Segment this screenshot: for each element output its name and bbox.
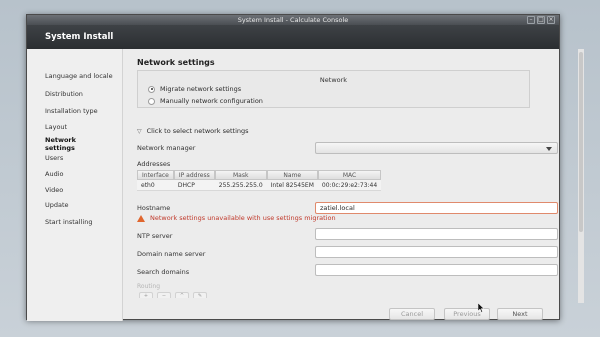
- manual-option-label: Manually network configuration: [160, 97, 263, 105]
- route-up-button[interactable]: ^: [175, 292, 189, 299]
- addresses-label: Addresses: [137, 160, 171, 168]
- restore-icon[interactable]: □: [537, 16, 545, 24]
- installer-window: System Install - Calculate Console – □ ×…: [26, 14, 584, 321]
- app-title: System Install: [45, 32, 114, 42]
- cell-mac: 00:0c:29:e2:73:44: [317, 180, 382, 191]
- network-group: Network Migrate network settings Manuall…: [137, 70, 530, 108]
- route-edit-button[interactable]: ✎: [193, 292, 207, 299]
- table-row[interactable]: eth0 DHCP 255.255.255.0 Intel 82545EM 00…: [137, 180, 382, 191]
- migrate-option-label: Migrate network settings: [160, 85, 242, 93]
- radio-migrate[interactable]: [148, 85, 155, 93]
- warning-text: Network settings unavailable with use se…: [150, 214, 336, 222]
- minimize-icon[interactable]: –: [527, 16, 535, 24]
- window-title: System Install - Calculate Console: [237, 16, 349, 24]
- cell-name: Intel 82545EM: [266, 180, 318, 191]
- network-expander[interactable]: ▽ Click to select network settings: [137, 127, 249, 135]
- sidebar-item-users[interactable]: Users: [45, 154, 119, 163]
- sidebar-item-layout[interactable]: Layout: [45, 123, 119, 132]
- cancel-button[interactable]: Cancel: [389, 308, 435, 320]
- sidebar-item-video[interactable]: Video: [45, 186, 119, 195]
- sidebar-item-language[interactable]: Language and locale: [45, 72, 119, 81]
- column-header-ip[interactable]: IP address: [173, 170, 215, 180]
- cell-interface: eth0: [137, 180, 174, 191]
- sidebar-item-audio[interactable]: Audio: [45, 170, 119, 179]
- dns-label: Domain name server: [137, 250, 206, 258]
- window-controls: – □ ×: [527, 16, 555, 24]
- next-button[interactable]: Next: [497, 308, 543, 320]
- app-header: System Install: [27, 25, 559, 49]
- sidebar-item-update[interactable]: Update: [45, 201, 119, 210]
- column-header-mask[interactable]: Mask: [214, 170, 267, 180]
- manual-option[interactable]: Manually network configuration: [148, 97, 263, 105]
- scrollbar-thumb[interactable]: [579, 52, 583, 232]
- scrollbar[interactable]: [578, 49, 584, 303]
- ntp-field[interactable]: [315, 228, 558, 240]
- route-remove-button[interactable]: −: [157, 292, 171, 299]
- network-manager-label: Network manager: [137, 144, 196, 152]
- radio-manual[interactable]: [148, 97, 155, 105]
- hostname-label: Hostname: [137, 204, 171, 212]
- network-group-title: Network: [319, 76, 348, 84]
- column-header-mac[interactable]: MAC: [317, 170, 382, 180]
- network-manager-select[interactable]: [315, 142, 558, 154]
- main-panel: Network settings Network Migrate network…: [123, 49, 584, 320]
- hostname-warning: Network settings unavailable with use se…: [137, 214, 336, 222]
- cell-ip: DHCP: [173, 180, 215, 191]
- steps-sidebar: Language and locale Distribution Install…: [27, 49, 123, 321]
- routing-label: Routing: [137, 283, 161, 290]
- hostname-field[interactable]: zatiel.local: [315, 202, 558, 214]
- page-title: Network settings: [137, 58, 215, 67]
- route-add-button[interactable]: +: [139, 292, 153, 299]
- mouse-cursor-icon: [478, 303, 484, 313]
- sidebar-item-installation-type[interactable]: Installation type: [45, 107, 119, 116]
- sidebar-item-distribution[interactable]: Distribution: [45, 90, 119, 99]
- search-domains-label: Search domains: [137, 268, 190, 276]
- cell-mask: 255.255.255.0: [214, 180, 267, 191]
- ntp-label: NTP server: [137, 232, 173, 240]
- chevron-down-icon: [546, 147, 552, 151]
- addresses-table: Interface IP address Mask Name MAC eth0 …: [137, 170, 382, 191]
- close-icon[interactable]: ×: [547, 16, 555, 24]
- column-header-interface[interactable]: Interface: [137, 170, 174, 180]
- window-titlebar[interactable]: System Install - Calculate Console – □ ×: [27, 15, 559, 25]
- expander-arrow-icon: ▽: [137, 127, 142, 135]
- column-header-name[interactable]: Name: [266, 170, 318, 180]
- sidebar-item-start[interactable]: Start installing: [45, 218, 119, 227]
- dns-field[interactable]: [315, 246, 558, 258]
- warning-icon: [137, 214, 145, 222]
- search-domains-field[interactable]: [315, 264, 558, 276]
- migrate-option[interactable]: Migrate network settings: [148, 85, 241, 93]
- expander-label: Click to select network settings: [146, 127, 249, 135]
- sidebar-item-network[interactable]: Network settings: [45, 136, 85, 152]
